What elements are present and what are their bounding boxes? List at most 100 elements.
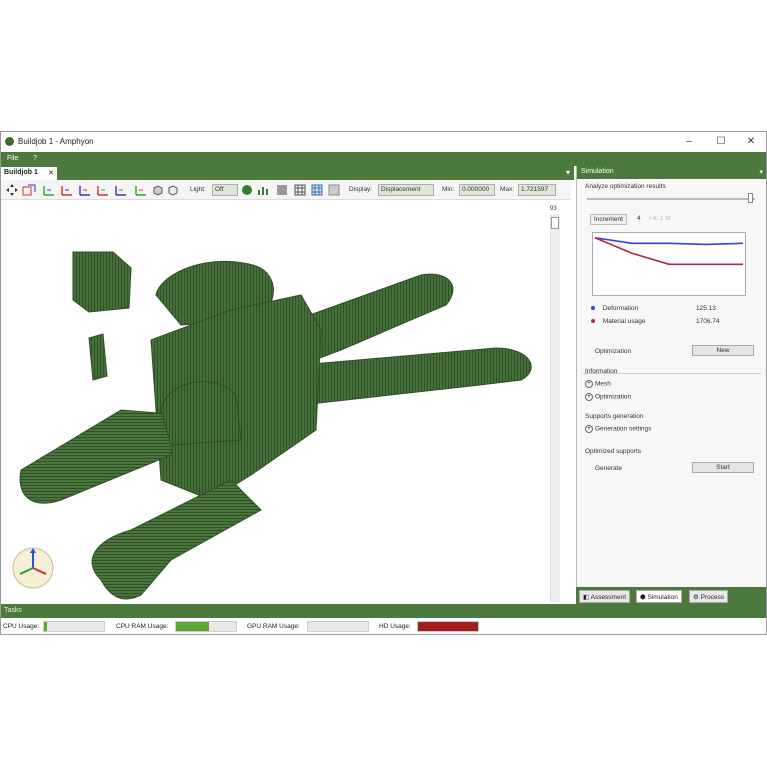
panel-header: Simulation ▾ <box>577 166 766 179</box>
expand-icon[interactable]: + <box>585 425 593 433</box>
histogram-icon[interactable] <box>257 184 269 197</box>
tab-assessment[interactable]: ◧ Assessment <box>579 590 631 603</box>
display-label: Display: <box>349 186 373 193</box>
display-select[interactable]: Displacement <box>378 184 434 196</box>
view-back-icon[interactable] <box>60 184 74 197</box>
app-window: Buildjob 1 - Amphyon – ☐ ✕ File ? Buildj… <box>0 131 767 635</box>
legend-deformation-name: Deformation <box>602 305 639 312</box>
status-bar: CPU Usage: CPU RAM Usage: GPU RAM Usage:… <box>1 618 766 634</box>
gpu-ram-usage-meter <box>307 621 369 632</box>
generation-settings-label: Generation settings <box>595 425 652 433</box>
increment-value[interactable]: 4 <box>637 215 641 222</box>
min-label: Min: <box>442 186 455 193</box>
expand-icon[interactable]: + <box>585 380 593 388</box>
3d-viewport[interactable] <box>1 200 546 604</box>
title-bar: Buildjob 1 - Amphyon – ☐ ✕ <box>1 132 766 152</box>
tab-process[interactable]: ⚙ Process <box>689 590 729 603</box>
info-optimization-label: Optimization <box>595 393 632 401</box>
analyze-label: Analyze optimization results <box>585 183 666 190</box>
cpu-ram-usage-label: CPU RAM Usage: <box>116 623 169 630</box>
maximize-icon[interactable]: ☐ <box>713 135 729 148</box>
cpu-usage-meter <box>43 621 105 632</box>
menu-help[interactable]: ? <box>33 155 37 162</box>
new-optimization-button[interactable]: New <box>692 345 754 356</box>
tab-process-label: Process <box>700 594 725 601</box>
shading-sphere-icon[interactable] <box>241 184 253 197</box>
hd-usage-fill <box>418 622 478 631</box>
start-button[interactable]: Start <box>692 462 754 473</box>
legend-material-dot <box>591 319 595 324</box>
voxel-model[interactable] <box>1 200 546 604</box>
light-select[interactable]: Off <box>212 184 238 196</box>
orthographic-icon[interactable] <box>167 184 179 197</box>
tasks-bar: Tasks <box>1 604 766 618</box>
view-bottom-icon[interactable] <box>134 184 148 197</box>
grid-off-icon[interactable] <box>328 184 340 197</box>
grid-coarse-icon[interactable] <box>294 184 306 197</box>
increment-suffix: / 4: 1 Itr <box>649 215 672 222</box>
view-front-icon[interactable] <box>42 184 56 197</box>
legend-material-value: 1706.74 <box>696 318 720 325</box>
generation-settings-item[interactable]: + Generation settings <box>585 425 651 433</box>
close-icon[interactable]: ✕ <box>743 135 759 148</box>
simulation-icon: ⬢ <box>640 594 646 601</box>
tab-simulation[interactable]: ⬢ Simulation <box>636 590 682 603</box>
analyze-slider-thumb[interactable] <box>748 193 753 203</box>
info-optimization-item[interactable]: + Optimization <box>585 393 631 401</box>
app-logo-icon <box>5 137 14 146</box>
assessment-icon: ◧ <box>583 594 590 601</box>
menu-file[interactable]: File <box>7 155 18 162</box>
expand-icon[interactable]: + <box>585 393 593 401</box>
view-left-icon[interactable] <box>78 184 92 197</box>
min-field[interactable]: 0.000000 <box>459 184 495 196</box>
scale-icon[interactable] <box>22 184 36 197</box>
solid-view-icon[interactable] <box>276 184 288 197</box>
tasks-label[interactable]: Tasks <box>4 607 22 614</box>
tab-close-icon[interactable]: ✕ <box>48 169 54 177</box>
legend-deformation-value: 125.13 <box>696 305 716 312</box>
info-mesh-item[interactable]: + Mesh <box>585 380 611 388</box>
cpu-usage-label: CPU Usage: <box>3 623 40 630</box>
legend-material-name: Material usage <box>602 318 646 325</box>
generate-label: Generate <box>595 465 623 472</box>
axis-gizmo-icon[interactable] <box>11 546 55 590</box>
hd-usage-meter <box>417 621 479 632</box>
perspective-icon[interactable] <box>152 184 164 197</box>
info-mesh-label: Mesh <box>595 380 611 388</box>
minimize-icon[interactable]: – <box>681 135 697 148</box>
cpu-usage-fill <box>44 622 47 631</box>
max-label: Max: <box>500 186 515 193</box>
tab-buildjob[interactable]: Buildjob 1 ✕ <box>1 167 57 180</box>
viewport-toolbar: Light: Off Display: Displacement Min: 0.… <box>1 180 571 200</box>
gpu-ram-usage-label: GPU RAM Usage: <box>247 623 300 630</box>
tab-buildjob-label: Buildjob 1 <box>4 169 38 176</box>
panel-title: Simulation <box>581 168 614 175</box>
layer-slider-value: 93 <box>550 206 557 212</box>
view-right-icon[interactable] <box>96 184 110 197</box>
dropdown-arrow-icon[interactable]: ▾ <box>566 168 570 177</box>
panel-tab-strip: ◧ Assessment ⬢ Simulation ⚙ Process <box>576 587 766 604</box>
tab-simulation-label: Simulation <box>647 594 678 601</box>
optimization-graph <box>592 232 746 296</box>
layer-slider[interactable] <box>550 214 560 602</box>
hd-usage-label: HD Usage: <box>379 623 411 630</box>
information-heading: Information <box>585 368 618 375</box>
legend-deformation: Deformation <box>591 305 638 312</box>
analyze-slider[interactable] <box>587 198 755 200</box>
grid-fine-icon[interactable] <box>311 184 323 197</box>
pin-icon[interactable]: ▾ <box>759 168 763 176</box>
tab-assessment-label: Assessment <box>590 594 627 601</box>
cpu-ram-usage-meter <box>175 621 237 632</box>
legend-material: Material usage <box>591 318 645 325</box>
supports-generation-heading: Supports generation <box>585 413 644 420</box>
layer-slider-thumb[interactable] <box>551 217 559 229</box>
increment-label: Increment <box>590 214 627 225</box>
document-tab-strip: Buildjob 1 ✕ ▾ <box>1 166 574 180</box>
max-field[interactable]: 1.721597 <box>518 184 556 196</box>
view-top-icon[interactable] <box>114 184 128 197</box>
legend-deformation-dot <box>591 306 595 311</box>
process-icon: ⚙ <box>693 594 699 601</box>
optimized-supports-heading: Optimized supports <box>585 448 641 455</box>
move-icon[interactable] <box>6 184 18 197</box>
window-title: Buildjob 1 - Amphyon <box>18 137 94 146</box>
